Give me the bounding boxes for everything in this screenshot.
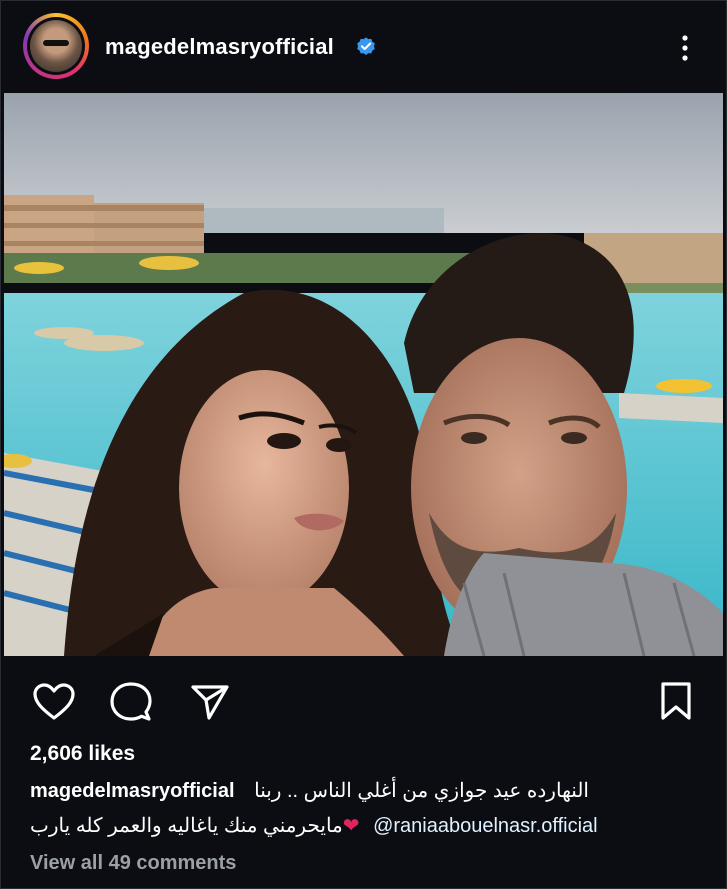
likes-count[interactable]: 2,606 likes <box>30 742 135 766</box>
save-bookmark-icon[interactable] <box>659 681 693 721</box>
more-options-icon[interactable] <box>675 32 695 64</box>
post-header: magedelmasryofficial <box>0 0 727 92</box>
share-icon[interactable] <box>190 683 230 721</box>
caption-line-1: magedelmasryofficial النهارده عيد جوازي … <box>30 778 589 803</box>
avatar[interactable] <box>23 13 89 79</box>
caption-text-line1: النهارده عيد جوازي من أغلي الناس .. ربنا <box>254 780 589 802</box>
comment-icon[interactable] <box>110 682 152 722</box>
view-all-comments-link[interactable]: View all 49 comments <box>30 852 236 875</box>
verified-badge-icon <box>357 37 375 55</box>
post-username[interactable]: magedelmasryofficial <box>105 34 334 60</box>
post-photo[interactable] <box>4 93 723 656</box>
heart-emoji-icon: ❤ <box>342 815 360 837</box>
selfie-image <box>4 93 723 656</box>
mention-link[interactable]: @raniaabouelnasr.official <box>373 815 598 837</box>
like-heart-icon[interactable] <box>32 682 76 722</box>
caption-username[interactable]: magedelmasryofficial <box>30 780 235 802</box>
caption-text-line2: مايحرمني منك ياغاليه والعمر كله يارب <box>30 815 343 837</box>
caption-line-2: مايحرمني منك ياغاليه والعمر كله يارب❤ @r… <box>30 813 598 838</box>
